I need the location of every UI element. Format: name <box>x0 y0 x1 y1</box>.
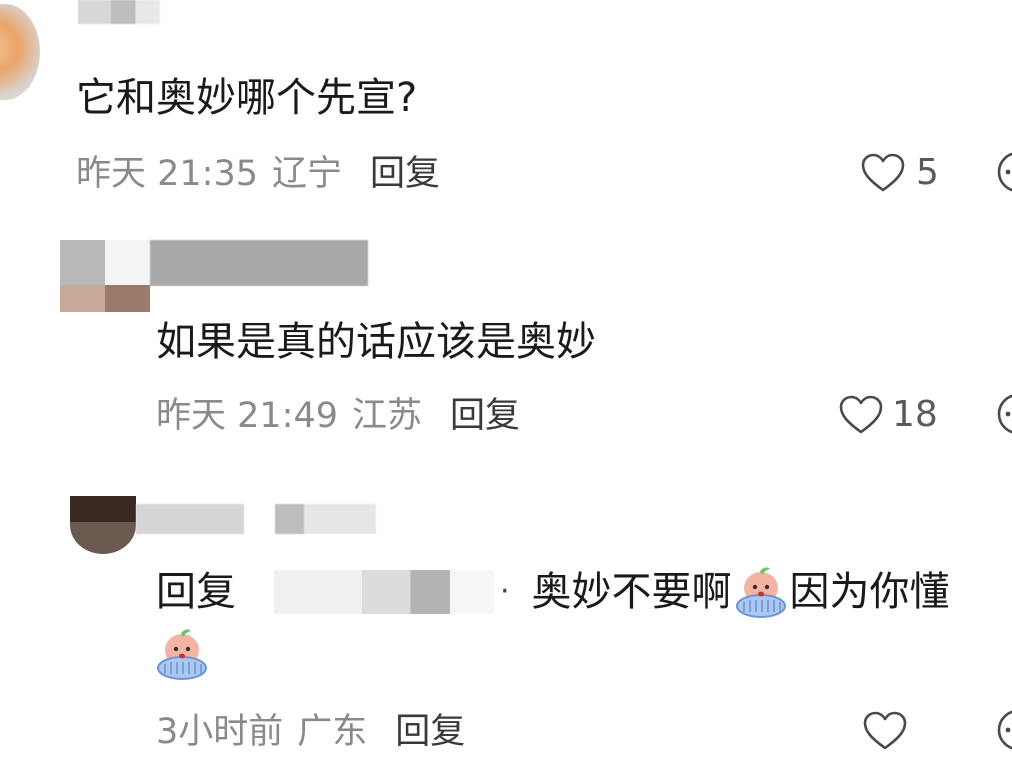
comment-text: 如果是真的话应该是奥妙 <box>156 319 596 365</box>
comment-thread: 它和奥妙哪个先宣? 昨天 21:35 辽宁 回复 5 如果是真的话应该是奥妙 昨… <box>0 0 1012 781</box>
heart-icon <box>839 395 883 434</box>
like-button[interactable]: 5 <box>860 150 939 196</box>
heart-icon <box>861 153 905 192</box>
like-button[interactable] <box>862 708 916 754</box>
more-options-icon[interactable] <box>996 150 1012 194</box>
like-count: 5 <box>916 152 939 193</box>
comment-time: 3小时前 <box>156 711 284 752</box>
like-count: 18 <box>892 394 938 435</box>
more-options-icon[interactable] <box>996 392 1012 436</box>
comment-time: 昨天 21:49 <box>156 395 338 436</box>
username-mosaic <box>150 240 368 286</box>
comment-text: 它和奥妙哪个先宣? <box>76 75 418 121</box>
username-mosaic <box>78 0 160 24</box>
user-avatar[interactable] <box>70 496 136 554</box>
more-options-icon[interactable] <box>996 708 1012 752</box>
reply-button[interactable]: 回复 <box>395 714 465 750</box>
comment-text: 因为你懂 <box>789 569 950 615</box>
separator: · <box>500 574 510 609</box>
comment-meta: 3小时前 广东 回复 <box>156 712 465 752</box>
crying-peach-sticker-icon <box>735 567 786 618</box>
heart-icon <box>863 711 907 750</box>
comment-text: 奥妙不要啊 <box>531 569 732 615</box>
crying-peach-sticker-icon <box>157 629 207 680</box>
comment-location: 江苏 <box>352 395 423 436</box>
comment-time: 昨天 21:35 <box>76 153 258 194</box>
username-mosaic <box>136 504 376 534</box>
reply-prefix: 回复 <box>156 569 236 615</box>
comment-meta: 昨天 21:35 辽宁 回复 <box>76 154 440 194</box>
comment-location: 广东 <box>297 711 368 752</box>
reply-button[interactable]: 回复 <box>370 156 440 192</box>
user-avatar[interactable] <box>60 240 150 312</box>
reply-button[interactable]: 回复 <box>450 398 520 434</box>
mentioned-username-mosaic <box>274 570 494 614</box>
like-button[interactable]: 18 <box>838 392 938 438</box>
user-avatar[interactable] <box>0 4 40 100</box>
comment-meta: 昨天 21:49 江苏 回复 <box>156 396 520 436</box>
comment-text-row: 回复 · 奥妙不要啊 因为你懂 <box>156 567 950 618</box>
comment-location: 辽宁 <box>272 153 343 194</box>
